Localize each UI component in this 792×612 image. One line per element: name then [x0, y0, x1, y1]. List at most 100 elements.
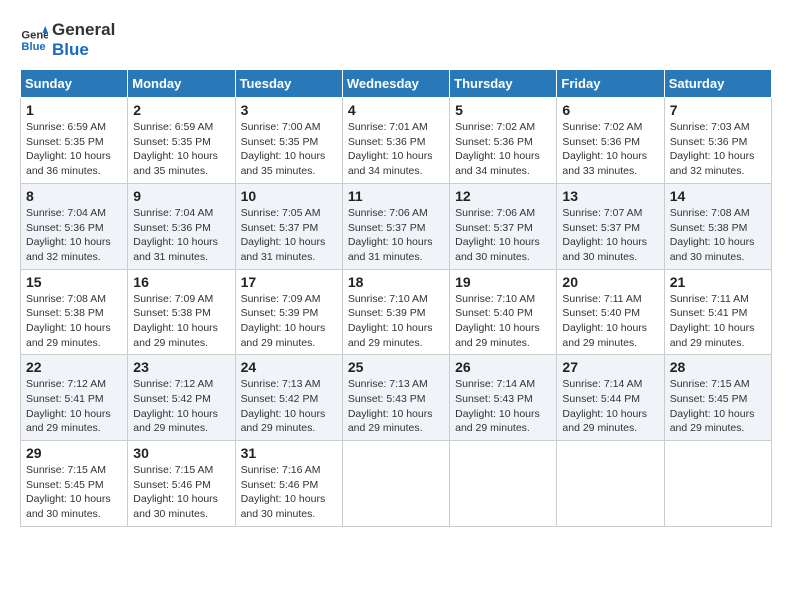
calendar-day-cell: 10 Sunrise: 7:05 AMSunset: 5:37 PMDaylig… [235, 183, 342, 269]
day-number: 6 [562, 102, 658, 118]
calendar-day-cell: 24 Sunrise: 7:13 AMSunset: 5:42 PMDaylig… [235, 355, 342, 441]
day-info: Sunrise: 7:08 AMSunset: 5:38 PMDaylight:… [26, 293, 111, 349]
day-of-week-header: Wednesday [342, 70, 449, 98]
calendar-day-cell: 13 Sunrise: 7:07 AMSunset: 5:37 PMDaylig… [557, 183, 664, 269]
logo-line1: General [52, 20, 115, 40]
calendar-day-cell: 23 Sunrise: 7:12 AMSunset: 5:42 PMDaylig… [128, 355, 235, 441]
day-number: 20 [562, 274, 658, 290]
calendar-day-cell: 29 Sunrise: 7:15 AMSunset: 5:45 PMDaylig… [21, 441, 128, 527]
day-number: 19 [455, 274, 551, 290]
day-number: 2 [133, 102, 229, 118]
svg-text:Blue: Blue [21, 40, 45, 52]
calendar-day-cell: 5 Sunrise: 7:02 AMSunset: 5:36 PMDayligh… [450, 98, 557, 184]
logo-icon: General Blue [20, 26, 48, 54]
calendar-day-cell: 22 Sunrise: 7:12 AMSunset: 5:41 PMDaylig… [21, 355, 128, 441]
day-info: Sunrise: 7:15 AMSunset: 5:45 PMDaylight:… [26, 464, 111, 520]
calendar-day-cell: 7 Sunrise: 7:03 AMSunset: 5:36 PMDayligh… [664, 98, 771, 184]
day-number: 23 [133, 359, 229, 375]
calendar-day-cell: 3 Sunrise: 7:00 AMSunset: 5:35 PMDayligh… [235, 98, 342, 184]
calendar-week-row: 8 Sunrise: 7:04 AMSunset: 5:36 PMDayligh… [21, 183, 772, 269]
day-number: 21 [670, 274, 766, 290]
day-number: 30 [133, 445, 229, 461]
calendar-day-cell: 25 Sunrise: 7:13 AMSunset: 5:43 PMDaylig… [342, 355, 449, 441]
calendar-day-cell: 16 Sunrise: 7:09 AMSunset: 5:38 PMDaylig… [128, 269, 235, 355]
day-number: 17 [241, 274, 337, 290]
day-of-week-header: Monday [128, 70, 235, 98]
day-number: 28 [670, 359, 766, 375]
calendar-day-cell: 26 Sunrise: 7:14 AMSunset: 5:43 PMDaylig… [450, 355, 557, 441]
day-info: Sunrise: 7:11 AMSunset: 5:41 PMDaylight:… [670, 293, 755, 349]
day-number: 18 [348, 274, 444, 290]
calendar-day-cell: 21 Sunrise: 7:11 AMSunset: 5:41 PMDaylig… [664, 269, 771, 355]
calendar-day-cell [342, 441, 449, 527]
calendar-week-row: 29 Sunrise: 7:15 AMSunset: 5:45 PMDaylig… [21, 441, 772, 527]
calendar-day-cell: 11 Sunrise: 7:06 AMSunset: 5:37 PMDaylig… [342, 183, 449, 269]
day-of-week-header: Friday [557, 70, 664, 98]
day-info: Sunrise: 7:03 AMSunset: 5:36 PMDaylight:… [670, 121, 755, 177]
calendar-table: SundayMondayTuesdayWednesdayThursdayFrid… [20, 69, 772, 527]
day-number: 5 [455, 102, 551, 118]
logo-line2: Blue [52, 40, 115, 60]
day-number: 14 [670, 188, 766, 204]
calendar-day-cell: 9 Sunrise: 7:04 AMSunset: 5:36 PMDayligh… [128, 183, 235, 269]
day-info: Sunrise: 7:16 AMSunset: 5:46 PMDaylight:… [241, 464, 326, 520]
day-number: 27 [562, 359, 658, 375]
day-info: Sunrise: 6:59 AMSunset: 5:35 PMDaylight:… [133, 121, 218, 177]
day-info: Sunrise: 7:14 AMSunset: 5:44 PMDaylight:… [562, 378, 647, 434]
calendar-day-cell: 19 Sunrise: 7:10 AMSunset: 5:40 PMDaylig… [450, 269, 557, 355]
day-info: Sunrise: 7:10 AMSunset: 5:39 PMDaylight:… [348, 293, 433, 349]
day-number: 1 [26, 102, 122, 118]
day-info: Sunrise: 7:13 AMSunset: 5:42 PMDaylight:… [241, 378, 326, 434]
day-info: Sunrise: 7:08 AMSunset: 5:38 PMDaylight:… [670, 207, 755, 263]
day-of-week-header: Saturday [664, 70, 771, 98]
day-number: 7 [670, 102, 766, 118]
day-number: 12 [455, 188, 551, 204]
day-info: Sunrise: 7:06 AMSunset: 5:37 PMDaylight:… [455, 207, 540, 263]
calendar-day-cell: 4 Sunrise: 7:01 AMSunset: 5:36 PMDayligh… [342, 98, 449, 184]
day-info: Sunrise: 7:00 AMSunset: 5:35 PMDaylight:… [241, 121, 326, 177]
day-number: 24 [241, 359, 337, 375]
calendar-day-cell [557, 441, 664, 527]
calendar-week-row: 1 Sunrise: 6:59 AMSunset: 5:35 PMDayligh… [21, 98, 772, 184]
day-info: Sunrise: 7:09 AMSunset: 5:38 PMDaylight:… [133, 293, 218, 349]
day-number: 4 [348, 102, 444, 118]
calendar-day-cell: 17 Sunrise: 7:09 AMSunset: 5:39 PMDaylig… [235, 269, 342, 355]
day-number: 22 [26, 359, 122, 375]
calendar-day-cell: 15 Sunrise: 7:08 AMSunset: 5:38 PMDaylig… [21, 269, 128, 355]
day-info: Sunrise: 7:14 AMSunset: 5:43 PMDaylight:… [455, 378, 540, 434]
day-number: 3 [241, 102, 337, 118]
day-number: 15 [26, 274, 122, 290]
day-info: Sunrise: 7:02 AMSunset: 5:36 PMDaylight:… [562, 121, 647, 177]
day-number: 29 [26, 445, 122, 461]
calendar-day-cell: 18 Sunrise: 7:10 AMSunset: 5:39 PMDaylig… [342, 269, 449, 355]
calendar-day-cell: 8 Sunrise: 7:04 AMSunset: 5:36 PMDayligh… [21, 183, 128, 269]
calendar-day-cell [664, 441, 771, 527]
day-info: Sunrise: 7:04 AMSunset: 5:36 PMDaylight:… [133, 207, 218, 263]
day-info: Sunrise: 7:12 AMSunset: 5:42 PMDaylight:… [133, 378, 218, 434]
day-number: 16 [133, 274, 229, 290]
day-of-week-header: Thursday [450, 70, 557, 98]
day-of-week-header: Tuesday [235, 70, 342, 98]
day-number: 13 [562, 188, 658, 204]
calendar-day-cell: 14 Sunrise: 7:08 AMSunset: 5:38 PMDaylig… [664, 183, 771, 269]
calendar-day-cell: 28 Sunrise: 7:15 AMSunset: 5:45 PMDaylig… [664, 355, 771, 441]
day-of-week-header: Sunday [21, 70, 128, 98]
day-number: 25 [348, 359, 444, 375]
calendar-day-cell: 2 Sunrise: 6:59 AMSunset: 5:35 PMDayligh… [128, 98, 235, 184]
calendar-day-cell: 6 Sunrise: 7:02 AMSunset: 5:36 PMDayligh… [557, 98, 664, 184]
day-info: Sunrise: 7:10 AMSunset: 5:40 PMDaylight:… [455, 293, 540, 349]
day-info: Sunrise: 7:15 AMSunset: 5:45 PMDaylight:… [670, 378, 755, 434]
day-number: 26 [455, 359, 551, 375]
calendar-day-cell [450, 441, 557, 527]
day-number: 31 [241, 445, 337, 461]
day-number: 11 [348, 188, 444, 204]
page-header: General Blue General Blue [20, 20, 772, 59]
logo: General Blue General Blue [20, 20, 115, 59]
day-info: Sunrise: 7:07 AMSunset: 5:37 PMDaylight:… [562, 207, 647, 263]
calendar-day-cell: 20 Sunrise: 7:11 AMSunset: 5:40 PMDaylig… [557, 269, 664, 355]
calendar-day-cell: 30 Sunrise: 7:15 AMSunset: 5:46 PMDaylig… [128, 441, 235, 527]
day-info: Sunrise: 7:05 AMSunset: 5:37 PMDaylight:… [241, 207, 326, 263]
day-info: Sunrise: 7:13 AMSunset: 5:43 PMDaylight:… [348, 378, 433, 434]
calendar-week-row: 22 Sunrise: 7:12 AMSunset: 5:41 PMDaylig… [21, 355, 772, 441]
calendar-day-cell: 1 Sunrise: 6:59 AMSunset: 5:35 PMDayligh… [21, 98, 128, 184]
